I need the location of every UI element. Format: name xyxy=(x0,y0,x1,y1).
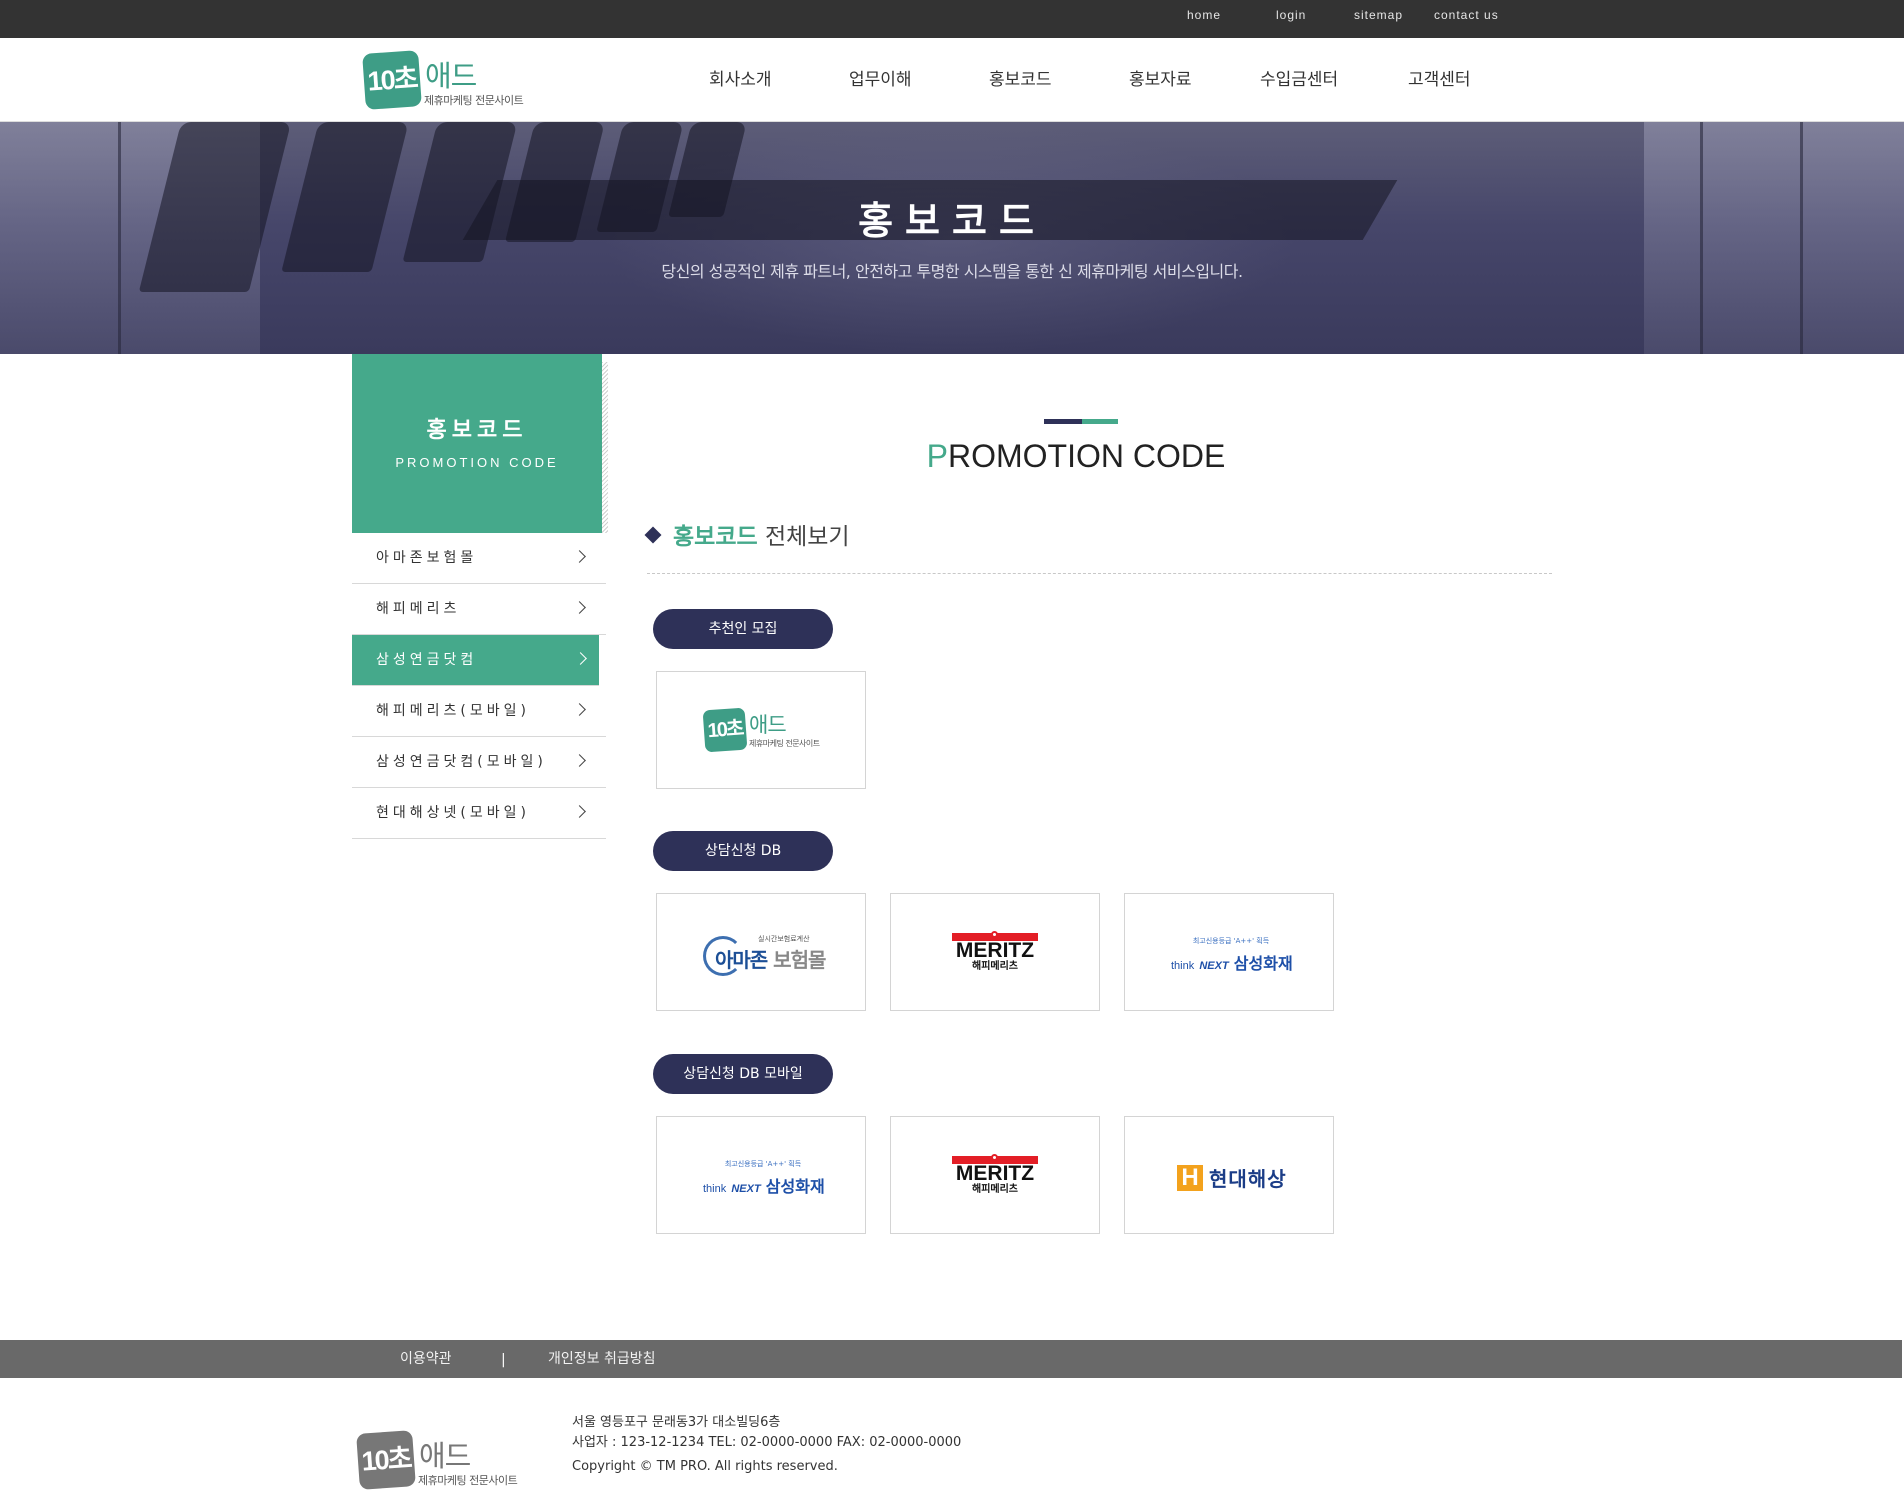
diamond-icon xyxy=(644,526,662,544)
top-utility-bar: home login sitemap contact us xyxy=(0,0,1904,38)
sidebar-item-hyundai-mobile[interactable]: 현대해상넷(모바일) xyxy=(352,788,606,839)
chevron-right-icon xyxy=(573,550,586,563)
hyundai-h-icon: H xyxy=(1177,1164,1203,1191)
nav-income-center[interactable]: 수입금센터 xyxy=(1260,38,1338,122)
logo-tagline: 제휴마케팅 전문사이트 xyxy=(749,739,820,748)
logo-tagline: 제휴마케팅 전문사이트 xyxy=(424,94,524,107)
promo-card-10cho-ad[interactable]: 10초 애드 제휴마케팅 전문사이트 xyxy=(656,671,866,789)
footer-company-info: 서울 영등포구 문래동3가 대소빌딩6층 사업자 : 123-12-1234 T… xyxy=(572,1413,961,1477)
logo-badge: 10초 xyxy=(362,50,422,110)
footer-address: 서울 영등포구 문래동3가 대소빌딩6층 xyxy=(572,1415,781,1430)
terms-link[interactable]: 이용약관 xyxy=(400,1340,452,1378)
sidebar-item-label: 아마존보험몰 xyxy=(376,550,478,566)
sidebar-item-label: 현대해상넷(모바일) xyxy=(376,805,530,821)
promo-card-amazon[interactable]: 실시간보험료계산 아마존 보험몰 xyxy=(656,893,866,1011)
samsung-logo-next: NEXT xyxy=(1199,960,1229,972)
hero-subtitle: 당신의 성공적인 제휴 파트너, 안전하고 투명한 시스템을 통한 신 제휴마케… xyxy=(661,262,1243,281)
section-heading: 홍보코드 전체보기 xyxy=(644,517,850,551)
privacy-policy-link[interactable]: 개인정보 취급방침 xyxy=(548,1340,656,1378)
samsung-logo-think: think xyxy=(703,1183,727,1195)
promo-card-meritz[interactable]: MERITZ 해피메리츠 xyxy=(890,893,1100,1011)
amazon-logo-b: 보험몰 xyxy=(767,948,826,972)
card-logo-samsung: 최고신용등급 'A++' 획득 think NEXT 삼성화재 xyxy=(703,1159,825,1197)
sidebar-item-label: 해피메리츠 xyxy=(376,601,461,617)
amazon-logo-a: 아마존 xyxy=(715,948,768,972)
sitemap-link[interactable]: sitemap xyxy=(1354,0,1403,38)
card-logo-meritz: MERITZ 해피메리츠 xyxy=(952,1154,1038,1196)
page-title-rest: ROMOTION CODE xyxy=(948,438,1226,474)
promo-card-meritz-mobile[interactable]: MERITZ 해피메리츠 xyxy=(890,1116,1100,1234)
group-pill-consult-db-mobile[interactable]: 상담신청 DB 모바일 xyxy=(653,1054,833,1094)
nav-promo-material[interactable]: 홍보자료 xyxy=(1129,38,1192,122)
sidebar-item-samsung-pension-mobile[interactable]: 삼성연금닷컴(모바일) xyxy=(352,737,606,788)
hero-title: 홍보코드 xyxy=(858,199,1046,243)
promo-card-samsung-mobile[interactable]: 최고신용등급 'A++' 획득 think NEXT 삼성화재 xyxy=(656,1116,866,1234)
sidebar-item-happy-meritz-mobile[interactable]: 해피메리츠(모바일) xyxy=(352,686,606,737)
site-logo[interactable]: 10초 애드 제휴마케팅 전문사이트 xyxy=(362,50,534,112)
page-title: PROMOTION CODE xyxy=(0,438,1904,475)
samsung-logo-tag: 최고신용등급 'A++' 획득 xyxy=(724,1160,802,1168)
amazon-logo-tag: 실시간보험료계산 xyxy=(758,935,810,943)
nav-customer-center[interactable]: 고객센터 xyxy=(1408,38,1471,122)
samsung-logo-tag: 최고신용등급 'A++' 획득 xyxy=(1192,937,1270,945)
hero-banner: 홍보코드 당신의 성공적인 제휴 파트너, 안전하고 투명한 시스템을 통한 신… xyxy=(0,122,1904,354)
meritz-logo-kr: 해피메리츠 xyxy=(972,1184,1018,1195)
card-logo-samsung: 최고신용등급 'A++' 획득 think NEXT 삼성화재 xyxy=(1171,936,1293,974)
footer-copyright: Copyright © TM PRO. All rights reserved. xyxy=(572,1459,838,1474)
sidebar-item-label: 삼성연금닷컴(모바일) xyxy=(376,754,547,770)
chevron-right-icon xyxy=(573,754,586,767)
nav-company[interactable]: 회사소개 xyxy=(709,38,772,122)
card-logo-hyundai: H 현대해상 xyxy=(1177,1163,1287,1192)
logo-badge: 10초 xyxy=(702,707,748,753)
login-link[interactable]: login xyxy=(1276,0,1306,38)
section-heading-highlight: 홍보코드 xyxy=(673,524,758,550)
meritz-logo-text: MERITZ xyxy=(955,1162,1035,1185)
section-heading-rest: 전체보기 xyxy=(757,524,850,550)
group-pill-consult-db[interactable]: 상담신청 DB xyxy=(653,831,833,871)
contact-us-link[interactable]: contact us xyxy=(1434,0,1499,38)
logo-badge: 10초 xyxy=(356,1430,416,1490)
sidebar-item-happy-meritz[interactable]: 해피메리츠 xyxy=(352,584,606,635)
chevron-right-icon xyxy=(573,601,586,614)
title-accent-green xyxy=(1082,419,1118,424)
samsung-logo-think: think xyxy=(1171,960,1195,972)
footer-separator: | xyxy=(501,1352,506,1368)
promo-card-samsung[interactable]: 최고신용등급 'A++' 획득 think NEXT 삼성화재 xyxy=(1124,893,1334,1011)
chevron-right-icon xyxy=(574,652,587,665)
logo-tagline: 제휴마케팅 전문사이트 xyxy=(418,1474,518,1487)
logo-word: 애드 xyxy=(425,59,477,93)
chevron-right-icon xyxy=(573,805,586,818)
group-pill-referrer[interactable]: 추천인 모집 xyxy=(653,609,833,649)
logo-word: 애드 xyxy=(419,1439,471,1473)
promo-card-hyundai-mobile[interactable]: H 현대해상 xyxy=(1124,1116,1334,1234)
footer-logo[interactable]: 10초 애드 제휴마케팅 전문사이트 xyxy=(356,1430,528,1492)
page-title-initial: P xyxy=(926,438,948,474)
hyundai-logo-name: 현대해상 xyxy=(1209,1167,1287,1191)
title-accent-dark xyxy=(1044,419,1082,424)
sidebar-menu: 아마존보험몰 해피메리츠 삼성연금닷컴 해피메리츠(모바일) 삼성연금닷컴(모바… xyxy=(352,533,606,839)
footer-link-bar: 이용약관 | 개인정보 취급방침 xyxy=(0,1340,1902,1378)
logo-word: 애드 xyxy=(749,713,787,737)
chevron-right-icon xyxy=(573,703,586,716)
footer-business-info: 사업자 : 123-12-1234 TEL: 02-0000-0000 FAX:… xyxy=(572,1435,962,1450)
sidebar-item-amazon[interactable]: 아마존보험몰 xyxy=(352,533,606,584)
nav-business[interactable]: 업무이해 xyxy=(849,38,912,122)
section-divider xyxy=(647,573,1552,574)
card-logo-10cho-ad: 10초 애드 제휴마케팅 전문사이트 xyxy=(702,707,834,755)
samsung-logo-name: 삼성화재 xyxy=(1233,954,1293,973)
meritz-logo-text: MERITZ xyxy=(955,939,1035,962)
nav-promo-code[interactable]: 홍보코드 xyxy=(989,38,1052,122)
home-link[interactable]: home xyxy=(1187,0,1221,38)
card-logo-meritz: MERITZ 해피메리츠 xyxy=(952,931,1038,973)
samsung-logo-next: NEXT xyxy=(731,1183,761,1195)
sidebar-item-label: 해피메리츠(모바일) xyxy=(376,703,530,719)
sidebar-item-samsung-pension[interactable]: 삼성연금닷컴 xyxy=(352,635,599,686)
site-header: 10초 애드 제휴마케팅 전문사이트 회사소개 업무이해 홍보코드 홍보자료 수… xyxy=(0,38,1904,122)
sidebar-item-label: 삼성연금닷컴 xyxy=(376,652,478,668)
meritz-logo-kr: 해피메리츠 xyxy=(972,961,1018,972)
samsung-logo-name: 삼성화재 xyxy=(765,1177,825,1196)
